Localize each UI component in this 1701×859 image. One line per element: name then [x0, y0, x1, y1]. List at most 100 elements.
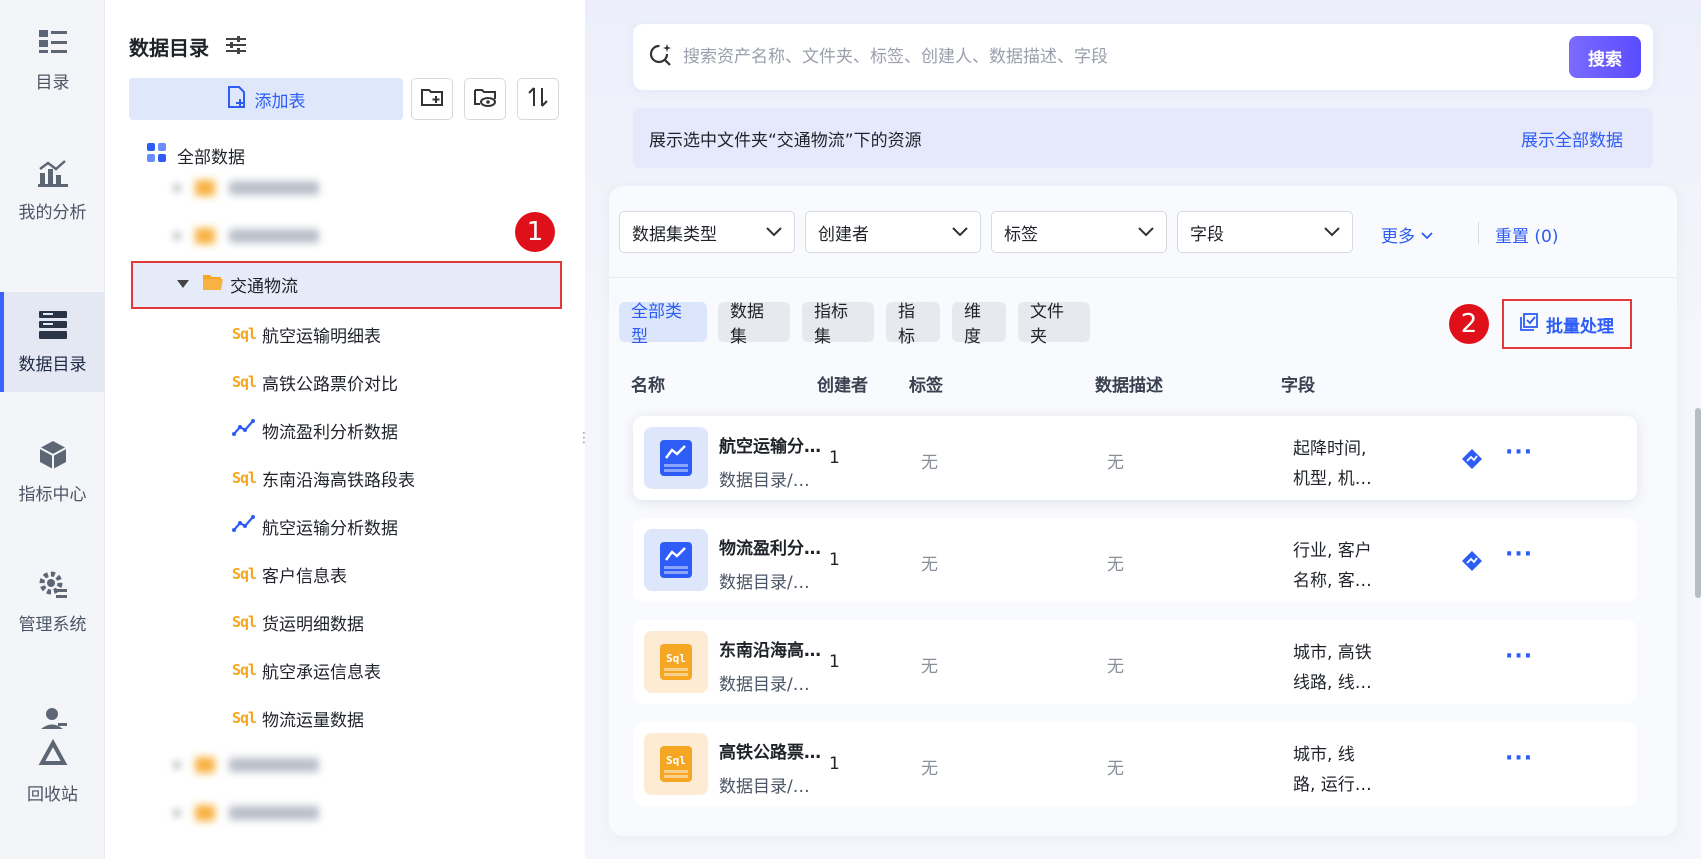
resource-name[interactable]: 东南沿海高… [719, 636, 821, 661]
analyze-action-icon[interactable] [1461, 550, 1483, 572]
catalog-list-icon [38, 28, 68, 58]
sql-dataset-icon: Sql [644, 631, 708, 693]
resource-tag: 无 [921, 657, 938, 677]
sql-dataset-icon: Sql [644, 733, 708, 795]
chevron-down-icon [952, 222, 968, 242]
resource-tag: 无 [921, 453, 938, 473]
filter-bar: 数据集类型 创建者 标签 字段 更多 重置 (0) [609, 186, 1677, 278]
creator-select[interactable]: 创建者 [805, 211, 981, 253]
tree-folder-blurred[interactable] [175, 805, 319, 821]
add-table-button[interactable]: 添加表 [129, 78, 403, 120]
tree-folder-blurred[interactable] [175, 180, 319, 196]
resource-fields: 城市, 高铁 [1293, 643, 1372, 663]
analysis-line-icon [232, 514, 256, 538]
resource-card: 数据集类型 创建者 标签 字段 更多 重置 (0) 全部类型 数据集 指标集 指… [609, 186, 1701, 836]
more-actions-button[interactable]: ··· [1505, 746, 1533, 771]
tree-item-label: 物流运量数据 [262, 710, 364, 731]
analyze-action-icon[interactable] [1461, 448, 1483, 470]
nav-item-admin[interactable]: 管理系统 [0, 552, 105, 652]
filter-sliders-icon[interactable] [225, 34, 247, 56]
nav-item-recycle[interactable]: 回收站 [0, 690, 105, 820]
chevron-down-icon [766, 222, 782, 242]
resource-row[interactable]: 物流盈利分… 数据目录/… 1 无 无 行业, 客户 名称, 客… ··· [633, 518, 1637, 602]
folder-open-icon [202, 273, 224, 296]
col-header-tag: 标签 [909, 376, 943, 396]
select-label: 数据集类型 [632, 224, 717, 245]
chip-metric[interactable]: 指标 [886, 302, 940, 347]
more-filters-button[interactable]: 更多 [1381, 222, 1433, 247]
svg-text:Sql: Sql [666, 652, 686, 665]
resource-fields: 路, 运行… [1293, 775, 1372, 795]
search-input[interactable] [683, 47, 1503, 67]
resource-creator: 1 [829, 550, 840, 570]
list-scrollbar[interactable] [1695, 408, 1701, 598]
sort-button[interactable] [517, 78, 559, 120]
chevron-down-icon [1324, 222, 1340, 242]
resource-fields: 机型, 机… [1293, 469, 1372, 489]
tree-folder-label: 交通物流 [230, 276, 298, 297]
data-catalog-icon [38, 310, 68, 340]
sql-table-icon: Sql [232, 373, 257, 391]
col-header-creator[interactable]: 创建者 [817, 371, 868, 396]
tree-item-label: 客户信息表 [262, 566, 347, 587]
resource-row[interactable]: 航空运输分… 数据目录/… 1 无 无 起降时间, 机型, 机… ··· [633, 416, 1637, 500]
new-folder-button[interactable] [411, 78, 453, 120]
resource-row[interactable]: Sql 高铁公路票… 数据目录/… 1 无 无 城市, 线路, 运行… ··· [633, 722, 1637, 806]
analysis-chart-icon [37, 158, 68, 188]
annotation-marker-1: 1 [515, 212, 555, 252]
search-button[interactable]: 搜索 [1569, 36, 1641, 78]
resource-row[interactable]: Sql 东南沿海高… 数据目录/… 1 无 无 城市, 高铁 线路, 线… ··· [633, 620, 1637, 704]
banner-text: 展示选中文件夹“交通物流”下的资源 [649, 130, 922, 151]
tree-item-label: 航空运输分析数据 [262, 518, 398, 539]
more-actions-button[interactable]: ··· [1505, 542, 1533, 567]
resource-path: 数据目录/… [719, 471, 810, 491]
resource-creator: 1 [829, 448, 840, 468]
resource-name[interactable]: 航空运输分… [719, 432, 821, 457]
folder-eye-icon [474, 86, 496, 112]
tag-select[interactable]: 标签 [991, 211, 1167, 253]
sql-table-icon: Sql [232, 661, 257, 679]
resource-name[interactable]: 物流盈利分… [719, 534, 821, 559]
analysis-dataset-icon [644, 427, 708, 489]
resource-creator: 1 [829, 754, 840, 774]
nav-label: 数据目录 [18, 354, 87, 375]
field-select[interactable]: 字段 [1177, 211, 1353, 253]
search-bar: 搜索 [633, 24, 1653, 90]
nav-label: 回收站 [27, 784, 78, 805]
resource-name[interactable]: 高铁公路票… [719, 738, 821, 763]
tree-folder-blurred[interactable] [175, 228, 319, 244]
tree-folder-transport-logistics[interactable]: 交通物流 [176, 266, 616, 302]
chip-metric-set[interactable]: 指标集 [802, 302, 874, 347]
resource-fields: 线路, 线… [1293, 673, 1372, 693]
add-file-icon [227, 85, 247, 113]
tree-root-all-data[interactable]: 全部数据 [147, 137, 587, 173]
reset-filters-button[interactable]: 重置 (0) [1495, 222, 1558, 247]
batch-process-button[interactable]: 批量处理 [1502, 299, 1632, 349]
chip-dimension[interactable]: 维度 [952, 302, 1006, 347]
chevron-down-icon [1138, 222, 1154, 242]
annotation-marker-2: 2 [1449, 304, 1489, 344]
tree-folder-blurred[interactable] [175, 757, 319, 773]
chip-all-types[interactable]: 全部类型 [619, 302, 707, 347]
nav-item-my-analysis[interactable]: 我的分析 [0, 140, 105, 240]
chip-dataset[interactable]: 数据集 [718, 302, 790, 347]
resource-desc: 无 [1107, 555, 1124, 575]
nav-label: 我的分析 [18, 202, 87, 223]
view-folder-button[interactable] [464, 78, 506, 120]
nav-item-metric-center[interactable]: 指标中心 [0, 422, 105, 522]
chip-folder[interactable]: 文件夹 [1018, 302, 1090, 347]
dataset-type-select[interactable]: 数据集类型 [619, 211, 795, 253]
more-actions-button[interactable]: ··· [1505, 644, 1533, 669]
resource-path: 数据目录/… [719, 573, 810, 593]
nav-item-catalog[interactable]: 目录 [0, 10, 105, 110]
nav-item-data-catalog[interactable]: 数据目录 [0, 292, 105, 392]
folder-plus-icon [421, 87, 443, 111]
nav-label: 目录 [35, 72, 70, 93]
show-all-data-link[interactable]: 展示全部数据 [1521, 126, 1623, 151]
resource-path: 数据目录/… [719, 675, 810, 695]
sql-table-icon: Sql [232, 565, 257, 583]
ai-search-icon [649, 43, 673, 71]
resource-desc: 无 [1107, 657, 1124, 677]
more-actions-button[interactable]: ··· [1505, 440, 1533, 465]
sql-table-icon: Sql [232, 325, 257, 343]
